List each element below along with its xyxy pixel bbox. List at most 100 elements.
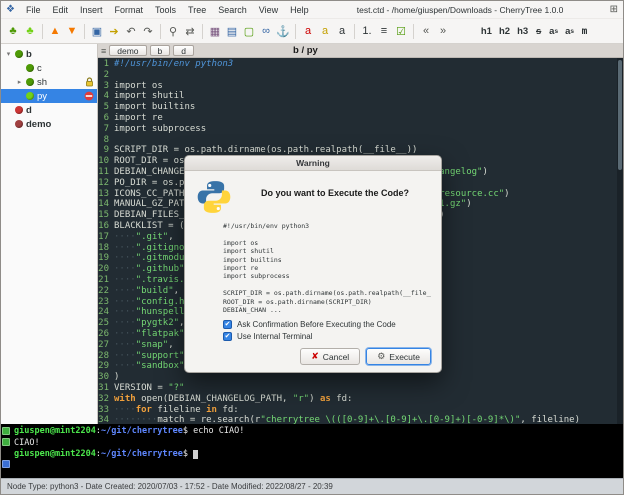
python-logo-icon xyxy=(195,178,233,216)
line-number: 14 xyxy=(98,199,114,210)
checkbox-label: Ask Confirmation Before Executing the Co… xyxy=(237,320,396,329)
checkbox-icon[interactable]: ✔ xyxy=(223,320,232,329)
deny-icon xyxy=(84,91,94,101)
terminal-gutter-icon-2[interactable] xyxy=(2,438,10,446)
code-line-6[interactable]: 6import re xyxy=(98,113,623,124)
terminal-lines: giuspen@mint2204:~/git/cherrytree$ echo … xyxy=(14,426,623,461)
node-down-icon[interactable]: ▼ xyxy=(64,22,80,40)
terminal-gutter-icon-1[interactable] xyxy=(2,427,10,435)
terminal-cursor xyxy=(193,450,198,459)
menu-insert[interactable]: Insert xyxy=(74,3,109,17)
cherry-node-icon xyxy=(26,78,34,86)
code-line-1[interactable]: 1#!/usr/bin/env python3 xyxy=(98,59,623,70)
tree-node-d[interactable]: d xyxy=(1,103,97,117)
toolbar-separator xyxy=(295,24,296,39)
tree-node-label: demo xyxy=(26,119,51,130)
tree-node-sh[interactable]: ▸ sh xyxy=(1,75,97,89)
editor-scrollbar[interactable] xyxy=(617,58,623,424)
format-h2-button[interactable]: h2 xyxy=(496,23,513,39)
code-line-4[interactable]: 4import shutil xyxy=(98,91,623,102)
expander-icon[interactable]: ▾ xyxy=(5,50,12,58)
checkbox-ask-confirmation[interactable]: ✔ Ask Confirmation Before Executing the C… xyxy=(223,320,431,329)
terminal-panel[interactable]: giuspen@mint2204:~/git/cherrytree$ echo … xyxy=(1,424,623,478)
scrollbar-thumb[interactable] xyxy=(618,60,622,170)
code-line-31[interactable]: 31VERSION = "?" xyxy=(98,383,623,394)
execute-button[interactable]: ⚙Execute xyxy=(366,348,431,365)
cherry-node-icon xyxy=(15,50,23,58)
dialog-checkboxes: ✔ Ask Confirmation Before Executing the C… xyxy=(223,320,431,341)
tree-node-demo[interactable]: demo xyxy=(1,117,97,131)
format-strikethrough-button[interactable]: s xyxy=(532,23,545,39)
text-color-icon[interactable]: a xyxy=(300,22,316,40)
insert-codebox-icon[interactable]: ▢ xyxy=(241,22,257,40)
line-number: 16 xyxy=(98,221,114,232)
insert-image-icon[interactable]: ▦ xyxy=(207,22,223,40)
checkbox-icon[interactable]: ✔ xyxy=(223,332,232,341)
code-line-30[interactable]: 30) xyxy=(98,372,623,383)
menu-search[interactable]: Search xyxy=(212,3,253,17)
cherry-node-icon xyxy=(15,106,23,114)
code-line-3[interactable]: 3import os xyxy=(98,81,623,92)
bold-icon[interactable]: a xyxy=(334,22,350,40)
todo-list-icon[interactable]: ☑ xyxy=(393,22,409,40)
tree-node-py[interactable]: py xyxy=(1,89,97,103)
format-h1-button[interactable]: h1 xyxy=(478,23,495,39)
window-grid-icon[interactable]: ⊞ xyxy=(610,4,618,15)
insert-table-icon[interactable]: ▤ xyxy=(224,22,240,40)
tab-b[interactable]: b xyxy=(150,45,171,56)
dialog-body: Do you want to Execute the Code? #!/usr/… xyxy=(185,171,441,372)
preview-line: import builtins xyxy=(223,256,431,264)
line-number: 18 xyxy=(98,243,114,254)
menu-format[interactable]: Format xyxy=(109,3,150,17)
code-line-33[interactable]: 33····for fileline in fd: xyxy=(98,405,623,416)
undo-icon[interactable]: ↶ xyxy=(123,22,139,40)
redo-icon[interactable]: ↷ xyxy=(140,22,156,40)
checkbox-use-internal-terminal[interactable]: ✔Use Internal Terminal xyxy=(223,332,431,341)
toolbar-separator xyxy=(354,24,355,39)
numbered-list-icon[interactable]: 1. xyxy=(359,22,375,40)
terminal-gutter-icon-3[interactable] xyxy=(2,460,10,468)
indent-more-icon[interactable]: » xyxy=(435,22,451,40)
code-line-8[interactable]: 8 xyxy=(98,135,623,146)
node-up-icon[interactable]: ▲ xyxy=(47,22,63,40)
menu-tools[interactable]: Tools xyxy=(149,3,182,17)
find-replace-icon[interactable]: ⇄ xyxy=(182,22,198,40)
highlight-color-icon[interactable]: a xyxy=(317,22,333,40)
new-node-icon[interactable]: ♣ xyxy=(5,22,21,40)
menu-view[interactable]: View xyxy=(253,3,284,17)
code-line-5[interactable]: 5import builtins xyxy=(98,102,623,113)
insert-link-icon[interactable]: ∞ xyxy=(258,22,274,40)
tree-node-c[interactable]: c xyxy=(1,61,97,75)
tree-node-label: d xyxy=(26,105,32,116)
code-line-32[interactable]: 32with open(DEBIAN_CHANGELOG_PATH, "r") … xyxy=(98,394,623,405)
format-monospace-button[interactable]: m xyxy=(578,23,591,39)
preview-line: import shutil xyxy=(223,247,431,255)
bullet-list-icon[interactable]: ≡ xyxy=(376,22,392,40)
app-icon[interactable]: ❖ xyxy=(6,4,15,15)
menu-tree[interactable]: Tree xyxy=(182,3,212,17)
menu-file[interactable]: File xyxy=(20,3,47,17)
export-icon[interactable]: ➔ xyxy=(106,22,122,40)
code-line-34[interactable]: 34········match = re.search(r"cherrytree… xyxy=(98,415,623,424)
search-icon[interactable]: ⚲ xyxy=(165,22,181,40)
tab-demo[interactable]: demo xyxy=(109,45,146,56)
expander-icon[interactable]: ▸ xyxy=(16,78,23,86)
cancel-button[interactable]: ✘Cancel xyxy=(300,348,360,365)
indent-less-icon[interactable]: « xyxy=(418,22,434,40)
tree-node-b[interactable]: ▾b xyxy=(1,47,97,61)
save-icon[interactable]: ▣ xyxy=(89,22,105,40)
code-line-2[interactable]: 2 xyxy=(98,70,623,81)
format-subscript-button[interactable]: as xyxy=(562,23,577,39)
menu-help[interactable]: Help xyxy=(284,3,315,17)
new-subnode-icon[interactable]: ♣ xyxy=(22,22,38,40)
line-number: 23 xyxy=(98,297,114,308)
menu-edit[interactable]: Edit xyxy=(46,3,74,17)
format-superscript-button[interactable]: as xyxy=(546,23,561,39)
tab-d[interactable]: d xyxy=(173,45,194,56)
tree-node-label: sh xyxy=(37,77,47,88)
dialog-title[interactable]: Warning xyxy=(185,156,441,171)
nodes-list-icon[interactable]: ≡ xyxy=(101,46,106,56)
code-line-7[interactable]: 7import subprocess xyxy=(98,124,623,135)
format-h3-button[interactable]: h3 xyxy=(514,23,531,39)
insert-anchor-icon[interactable]: ⚓ xyxy=(275,22,291,40)
